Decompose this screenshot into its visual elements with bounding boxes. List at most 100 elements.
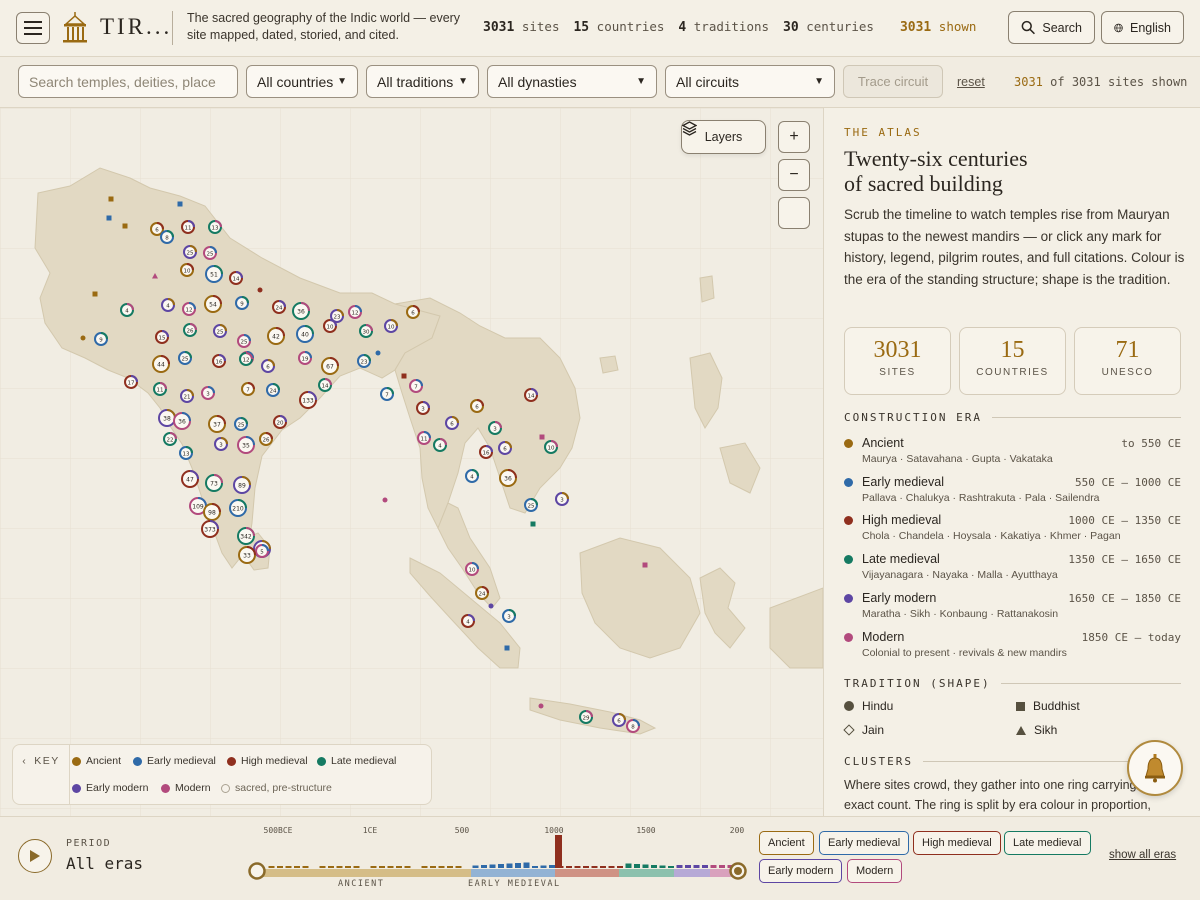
cluster-marker[interactable]: 3 (555, 492, 569, 506)
site-mark[interactable] (538, 703, 544, 709)
cluster-marker[interactable]: 9 (94, 332, 108, 346)
cluster-marker[interactable]: 16 (479, 445, 493, 459)
cluster-marker[interactable]: 12 (182, 302, 196, 316)
cluster-marker[interactable]: 25 (234, 417, 248, 431)
reset-view-button[interactable] (778, 197, 810, 229)
cluster-marker[interactable]: 7 (409, 379, 423, 393)
site-mark[interactable] (642, 562, 648, 568)
cluster-marker[interactable]: 36 (292, 302, 310, 320)
cluster-marker[interactable]: 25 (203, 246, 217, 260)
era-row-ancient[interactable]: Ancient to 550 CE Maurya · Satavahana · … (844, 436, 1181, 470)
cluster-marker[interactable]: 6 (470, 399, 484, 413)
cluster-marker[interactable]: 16 (212, 354, 226, 368)
cluster-marker[interactable]: 29 (579, 710, 593, 724)
cluster-marker[interactable]: 133 (299, 391, 317, 409)
cluster-marker[interactable]: 3 (416, 401, 430, 415)
cluster-marker[interactable]: 51 (205, 265, 223, 283)
cluster-marker[interactable]: 12 (239, 352, 253, 366)
site-mark[interactable] (504, 645, 510, 651)
dynasty-select[interactable]: All dynasties ▼ (487, 65, 657, 98)
cluster-marker[interactable]: 8 (160, 230, 174, 244)
cluster-marker[interactable]: 26 (259, 432, 273, 446)
site-mark[interactable] (106, 215, 112, 221)
cluster-marker[interactable]: 3 (214, 437, 228, 451)
site-mark[interactable] (375, 350, 381, 356)
range-start-handle[interactable] (248, 862, 266, 880)
era-row-late-medieval[interactable]: Late medieval 1350 CE – 1650 CE Vijayana… (844, 552, 1181, 586)
key-toggle[interactable]: ‹ KEY (13, 745, 70, 804)
cluster-marker[interactable]: 22 (163, 432, 177, 446)
site-mark[interactable] (108, 196, 114, 202)
show-all-eras-link[interactable]: show all eras (1109, 849, 1176, 861)
cluster-marker[interactable]: 25 (183, 245, 197, 259)
cluster-marker[interactable]: 4 (465, 469, 479, 483)
cluster-marker[interactable]: 5 (255, 544, 269, 558)
cluster-marker[interactable]: 30 (359, 324, 373, 338)
cluster-marker[interactable]: 33 (238, 546, 256, 564)
cluster-marker[interactable]: 25 (213, 324, 227, 338)
cluster-marker[interactable]: 6 (261, 359, 275, 373)
era-row-early-modern[interactable]: Early modern 1650 CE – 1850 CE Maratha ·… (844, 591, 1181, 625)
cluster-marker[interactable]: 11 (181, 220, 195, 234)
cluster-marker[interactable]: 10 (465, 562, 479, 576)
chip-early-modern[interactable]: Early modern (759, 859, 843, 883)
site-mark[interactable] (401, 373, 407, 379)
map-canvas[interactable]: 6 8 11 13 25 25 10 51 14 4 4 12 54 9 24 36 23 12 6 9 15 26 25 2… (0, 108, 823, 816)
cluster-marker[interactable]: 3 (201, 386, 215, 400)
cluster-marker[interactable]: 20 (273, 415, 287, 429)
cluster-marker[interactable]: 54 (204, 295, 222, 313)
site-mark[interactable] (80, 335, 86, 341)
era-row-modern[interactable]: Modern 1850 CE – today Colonial to prese… (844, 630, 1181, 664)
cluster-marker[interactable]: 26 (183, 323, 197, 337)
cluster-marker[interactable]: 10 (323, 319, 337, 333)
zoom-in-button[interactable]: + (778, 121, 810, 153)
chip-ancient[interactable]: Ancient (759, 831, 814, 855)
trace-circuit-button[interactable]: Trace circuit (843, 65, 943, 98)
tradition-hindu[interactable]: Hindu (844, 699, 893, 713)
cluster-marker[interactable]: 89 (233, 476, 251, 494)
cluster-marker[interactable]: 24 (266, 383, 280, 397)
cluster-marker[interactable]: 6 (445, 416, 459, 430)
tradition-jain[interactable]: Jain (843, 723, 884, 737)
site-mark[interactable] (539, 434, 545, 440)
site-mark[interactable] (257, 287, 263, 293)
cluster-marker[interactable]: 25 (237, 334, 251, 348)
cluster-marker[interactable]: 13 (208, 220, 222, 234)
search-button[interactable]: Search (1008, 11, 1095, 44)
cluster-marker[interactable]: 10 (180, 263, 194, 277)
cluster-marker[interactable]: 15 (155, 330, 169, 344)
cluster-marker[interactable]: 38 (158, 409, 176, 427)
era-row-early-medieval[interactable]: Early medieval 550 CE – 1000 CE Pallava … (844, 475, 1181, 509)
cluster-marker[interactable]: 23 (357, 354, 371, 368)
site-mark[interactable] (382, 497, 388, 503)
cluster-marker[interactable]: 37 (208, 415, 226, 433)
site-mark[interactable] (92, 291, 98, 297)
timeline-scrubber[interactable]: 500BCE 1CE 500 1000 1500 200 ANCIENT EARLY ME… (248, 825, 748, 897)
cluster-marker[interactable]: 10 (544, 440, 558, 454)
layers-button[interactable]: Layers (681, 120, 766, 154)
tradition-sikh[interactable]: Sikh (1016, 723, 1057, 737)
cluster-marker[interactable]: 14 (318, 378, 332, 392)
reset-link[interactable]: reset (957, 75, 985, 89)
bell-button[interactable] (1127, 740, 1183, 796)
cluster-marker[interactable]: 10 (384, 319, 398, 333)
chip-high-medieval[interactable]: High medieval (913, 831, 1001, 855)
cluster-marker[interactable]: 6 (498, 441, 512, 455)
site-mark[interactable] (122, 223, 128, 229)
cluster-marker[interactable]: 35 (237, 436, 255, 454)
cluster-marker[interactable]: 11 (417, 431, 431, 445)
site-mark[interactable] (177, 201, 183, 207)
cluster-marker[interactable]: 7 (241, 382, 255, 396)
language-button[interactable]: English (1101, 11, 1184, 44)
zoom-out-button[interactable]: − (778, 159, 810, 191)
circuit-select[interactable]: All circuits ▼ (665, 65, 835, 98)
cluster-marker[interactable]: 14 (524, 388, 538, 402)
cluster-marker[interactable]: 19 (298, 351, 312, 365)
cluster-marker[interactable]: 42 (267, 327, 285, 345)
cluster-marker[interactable]: 25 (524, 498, 538, 512)
cluster-marker[interactable]: 8 (626, 719, 640, 733)
tradition-buddhist[interactable]: Buddhist (1016, 699, 1080, 713)
site-mark[interactable] (530, 521, 536, 527)
cluster-marker[interactable]: 25 (178, 351, 192, 365)
cluster-marker[interactable]: 24 (272, 300, 286, 314)
